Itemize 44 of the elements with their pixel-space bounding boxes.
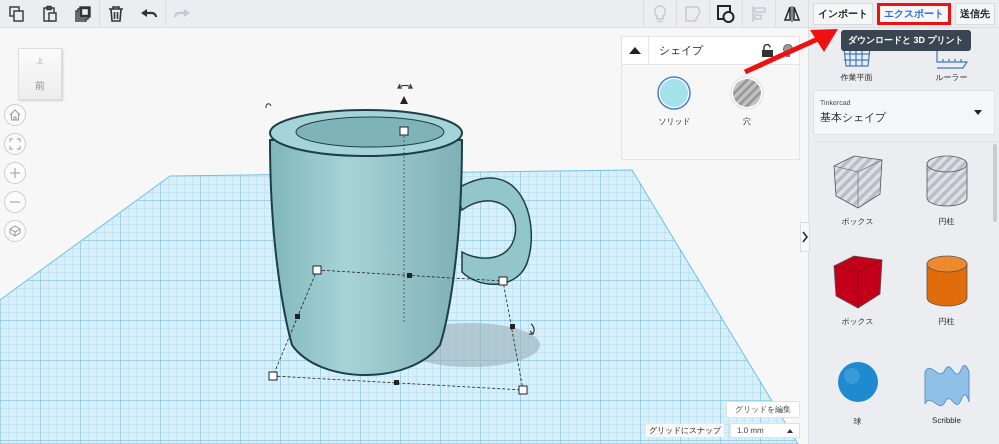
tab-button[interactable]: インポート xyxy=(813,2,873,24)
fit-view-icon xyxy=(9,138,21,150)
collapse-panel-button[interactable] xyxy=(800,222,810,252)
edit-grid-button[interactable]: グリッドを編集 xyxy=(726,401,800,418)
group-icon xyxy=(716,4,736,24)
zoom-in-icon xyxy=(9,167,21,179)
snap-select[interactable]: 1.0 mm xyxy=(730,423,800,438)
trash-icon xyxy=(107,4,125,22)
shape-type-option[interactable]: 穴 xyxy=(728,75,765,127)
lightbulb-icon[interactable] xyxy=(783,44,793,57)
note-icon xyxy=(683,4,703,24)
shape-tile[interactable]: 円柱 xyxy=(902,152,991,244)
rotate-arrow-icon[interactable] xyxy=(397,83,413,89)
zoom-in-button[interactable] xyxy=(4,162,26,184)
shape-tile[interactable]: ボックス xyxy=(813,152,902,244)
rotate-arrow-icon[interactable] xyxy=(528,323,535,335)
tooltip: ダウンロードと 3D プリント xyxy=(841,30,971,51)
fit-view-button[interactable] xyxy=(4,133,26,155)
collapse-caret-icon[interactable] xyxy=(629,47,641,54)
view-cube-front-label: 前 xyxy=(35,80,45,92)
shape-type-option[interactable]: ソリッド xyxy=(656,75,692,127)
snap-label: グリッドにスナップ xyxy=(646,424,724,437)
shape-tile[interactable]: 円柱 xyxy=(902,252,991,344)
shape-tile[interactable]: 球 xyxy=(813,352,902,444)
copy-icon xyxy=(8,4,26,22)
rotate-arrow-icon[interactable] xyxy=(266,103,272,108)
highlighted-tab-button[interactable]: エクスポート xyxy=(877,2,951,24)
perspective-icon xyxy=(9,225,21,237)
home-button[interactable] xyxy=(4,104,26,126)
chevron-icon xyxy=(802,231,808,243)
shape-tile[interactable]: ボックス xyxy=(813,252,902,344)
paste-icon xyxy=(40,4,58,22)
duplicate-icon xyxy=(74,4,92,22)
mirror-icon xyxy=(782,4,802,24)
inspector-title: シェイプ xyxy=(659,44,704,58)
home-icon xyxy=(9,109,21,121)
perspective-button[interactable] xyxy=(4,220,26,242)
tab-button[interactable]: 送信先 xyxy=(955,2,995,24)
scrollbar-thumb[interactable] xyxy=(993,144,997,222)
shape-tile[interactable]: Scribble xyxy=(902,352,991,444)
unlocked-padlock-icon[interactable] xyxy=(762,44,773,57)
caret-icon xyxy=(787,428,793,432)
caret-icon xyxy=(974,110,982,115)
zoom-out-button[interactable] xyxy=(4,191,26,213)
